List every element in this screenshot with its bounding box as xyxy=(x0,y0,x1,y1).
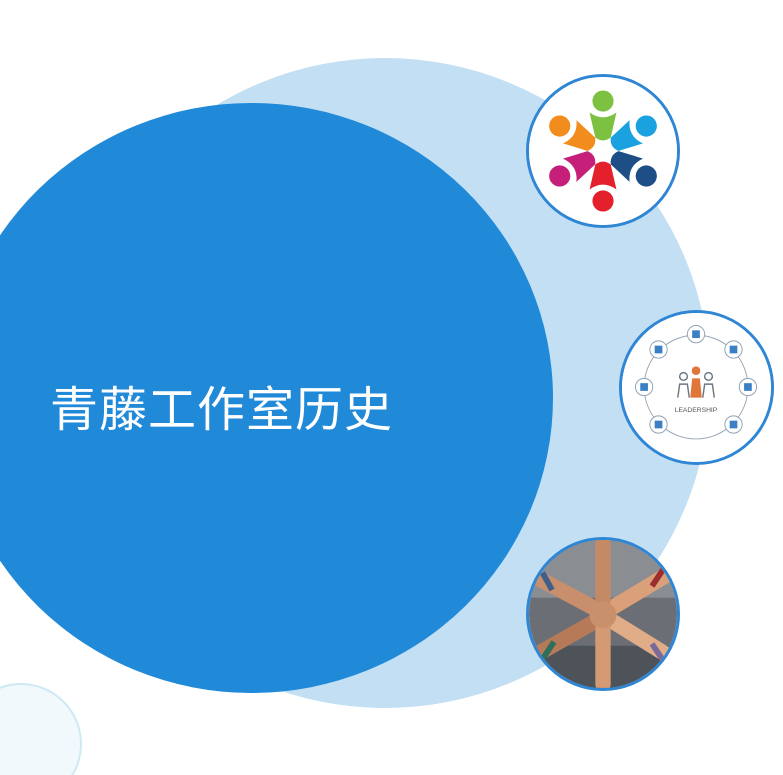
joined-hands-photo xyxy=(529,540,677,688)
hands-photo xyxy=(526,537,680,691)
teamwork-image xyxy=(526,74,680,228)
people-circle-icon xyxy=(529,77,677,225)
slide-title: 青藤工作室历史 xyxy=(50,382,394,438)
slide: 青藤工作室历史 LEADERSHIP xyxy=(0,0,783,775)
corner-decoration-circle xyxy=(0,683,82,775)
leadership-caption: LEADERSHIP xyxy=(675,407,718,414)
leadership-image: LEADERSHIP xyxy=(619,310,774,465)
leadership-diagram-icon: LEADERSHIP xyxy=(622,313,771,462)
